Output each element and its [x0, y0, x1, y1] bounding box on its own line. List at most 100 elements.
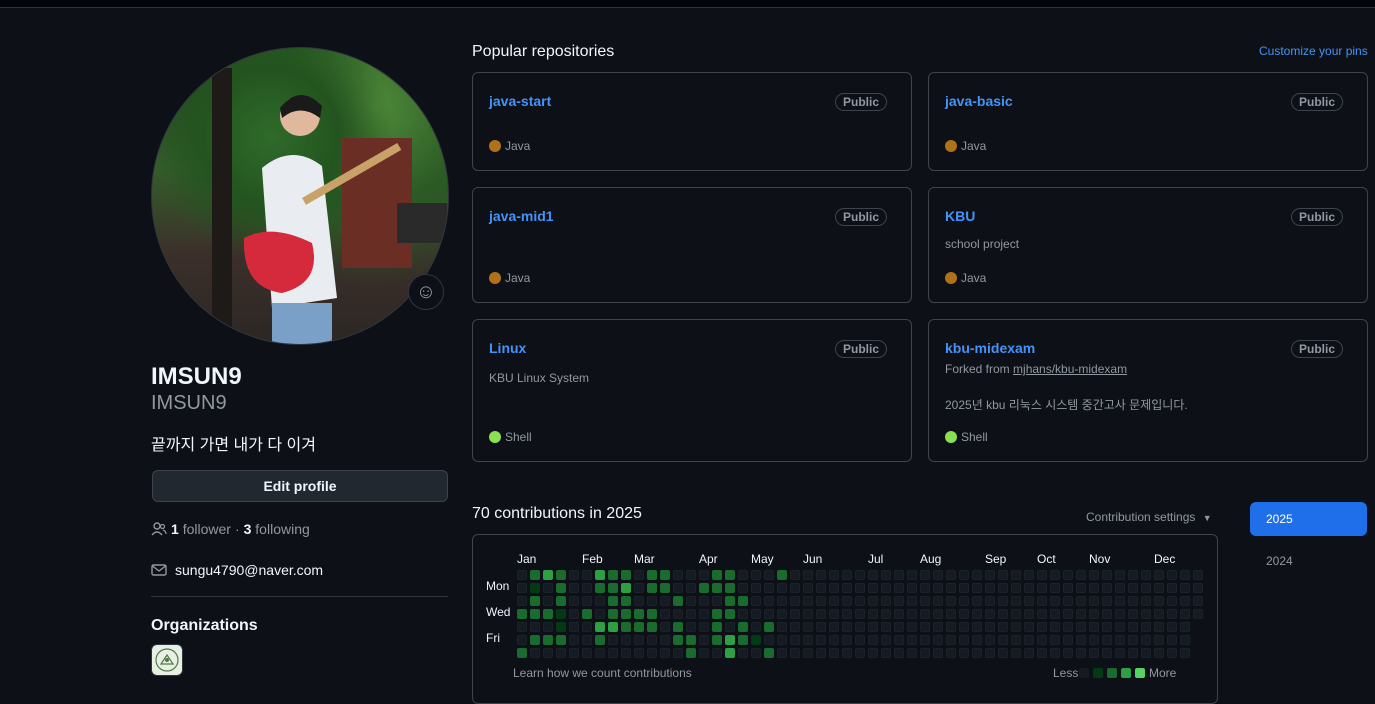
contribution-day-cell[interactable] — [660, 583, 670, 593]
contribution-day-cell[interactable] — [959, 609, 969, 619]
contribution-day-cell[interactable] — [868, 609, 878, 619]
contribution-day-cell[interactable] — [647, 635, 657, 645]
contribution-day-cell[interactable] — [1037, 609, 1047, 619]
contribution-day-cell[interactable] — [868, 596, 878, 606]
contribution-day-cell[interactable] — [1167, 635, 1177, 645]
contribution-day-cell[interactable] — [1037, 622, 1047, 632]
contribution-day-cell[interactable] — [1024, 570, 1034, 580]
contribution-day-cell[interactable] — [1089, 635, 1099, 645]
contribution-day-cell[interactable] — [712, 648, 722, 658]
contribution-day-cell[interactable] — [1180, 648, 1190, 658]
contribution-day-cell[interactable] — [777, 648, 787, 658]
contribution-day-cell[interactable] — [894, 596, 904, 606]
contribution-day-cell[interactable] — [738, 648, 748, 658]
contribution-day-cell[interactable] — [894, 635, 904, 645]
contribution-day-cell[interactable] — [647, 648, 657, 658]
contribution-day-cell[interactable] — [673, 635, 683, 645]
contribution-day-cell[interactable] — [1115, 570, 1125, 580]
contribution-day-cell[interactable] — [556, 635, 566, 645]
contribution-day-cell[interactable] — [1167, 570, 1177, 580]
contribution-day-cell[interactable] — [1011, 570, 1021, 580]
contribution-day-cell[interactable] — [660, 596, 670, 606]
contribution-day-cell[interactable] — [842, 583, 852, 593]
contribution-day-cell[interactable] — [608, 648, 618, 658]
contribution-day-cell[interactable] — [725, 583, 735, 593]
contribution-day-cell[interactable] — [751, 609, 761, 619]
contribution-day-cell[interactable] — [634, 622, 644, 632]
contribution-day-cell[interactable] — [1050, 622, 1060, 632]
email-row[interactable]: sungu4790@naver.com — [151, 562, 323, 578]
contribution-day-cell[interactable] — [1089, 570, 1099, 580]
contribution-day-cell[interactable] — [816, 648, 826, 658]
contribution-day-cell[interactable] — [1102, 622, 1112, 632]
contribution-day-cell[interactable] — [881, 635, 891, 645]
contribution-day-cell[interactable] — [855, 583, 865, 593]
contribution-day-cell[interactable] — [1089, 622, 1099, 632]
contribution-day-cell[interactable] — [1167, 648, 1177, 658]
contribution-day-cell[interactable] — [985, 622, 995, 632]
contribution-day-cell[interactable] — [985, 570, 995, 580]
contribution-day-cell[interactable] — [777, 583, 787, 593]
contribution-day-cell[interactable] — [1076, 609, 1086, 619]
contribution-day-cell[interactable] — [881, 583, 891, 593]
contribution-day-cell[interactable] — [1089, 609, 1099, 619]
contribution-day-cell[interactable] — [751, 583, 761, 593]
contribution-day-cell[interactable] — [1011, 622, 1021, 632]
contribution-day-cell[interactable] — [985, 635, 995, 645]
contribution-day-cell[interactable] — [543, 622, 553, 632]
contribution-day-cell[interactable] — [920, 635, 930, 645]
contribution-day-cell[interactable] — [1128, 583, 1138, 593]
contribution-day-cell[interactable] — [1128, 570, 1138, 580]
contribution-day-cell[interactable] — [725, 609, 735, 619]
contribution-day-cell[interactable] — [1115, 635, 1125, 645]
contribution-day-cell[interactable] — [595, 583, 605, 593]
contribution-day-cell[interactable] — [1180, 635, 1190, 645]
contribution-day-cell[interactable] — [816, 596, 826, 606]
contribution-day-cell[interactable] — [660, 622, 670, 632]
contribution-day-cell[interactable] — [842, 635, 852, 645]
contribution-day-cell[interactable] — [582, 596, 592, 606]
contribution-day-cell[interactable] — [621, 635, 631, 645]
contribution-day-cell[interactable] — [816, 622, 826, 632]
contribution-day-cell[interactable] — [699, 635, 709, 645]
contribution-day-cell[interactable] — [543, 583, 553, 593]
contribution-day-cell[interactable] — [582, 622, 592, 632]
repo-link[interactable]: java-basic — [945, 93, 1013, 109]
contribution-day-cell[interactable] — [1037, 570, 1047, 580]
contribution-day-cell[interactable] — [660, 648, 670, 658]
contribution-day-cell[interactable] — [1141, 596, 1151, 606]
contribution-day-cell[interactable] — [998, 596, 1008, 606]
contribution-day-cell[interactable] — [764, 570, 774, 580]
contribution-day-cell[interactable] — [582, 583, 592, 593]
contribution-day-cell[interactable] — [1128, 609, 1138, 619]
contribution-day-cell[interactable] — [1076, 570, 1086, 580]
contribution-day-cell[interactable] — [517, 622, 527, 632]
contribution-day-cell[interactable] — [842, 570, 852, 580]
contribution-day-cell[interactable] — [920, 583, 930, 593]
contribution-day-cell[interactable] — [1141, 583, 1151, 593]
contribution-day-cell[interactable] — [829, 583, 839, 593]
contribution-day-cell[interactable] — [543, 570, 553, 580]
contribution-day-cell[interactable] — [946, 596, 956, 606]
customize-pins-link[interactable]: Customize your pins — [1259, 44, 1368, 58]
contribution-day-cell[interactable] — [608, 609, 618, 619]
contribution-day-cell[interactable] — [595, 570, 605, 580]
contribution-day-cell[interactable] — [868, 622, 878, 632]
contribution-day-cell[interactable] — [803, 648, 813, 658]
contribution-day-cell[interactable] — [595, 622, 605, 632]
contribution-day-cell[interactable] — [790, 570, 800, 580]
contribution-day-cell[interactable] — [517, 596, 527, 606]
contribution-day-cell[interactable] — [1050, 635, 1060, 645]
contribution-day-cell[interactable] — [777, 570, 787, 580]
contribution-day-cell[interactable] — [1037, 635, 1047, 645]
contribution-day-cell[interactable] — [816, 583, 826, 593]
contribution-day-cell[interactable] — [868, 648, 878, 658]
followers-link[interactable]: 1 follower — [171, 521, 231, 537]
contribution-day-cell[interactable] — [608, 635, 618, 645]
contribution-day-cell[interactable] — [998, 609, 1008, 619]
contribution-day-cell[interactable] — [816, 570, 826, 580]
contribution-day-cell[interactable] — [530, 596, 540, 606]
contribution-day-cell[interactable] — [673, 622, 683, 632]
learn-contributions-link[interactable]: Learn how we count contributions — [513, 666, 692, 680]
contribution-day-cell[interactable] — [751, 570, 761, 580]
